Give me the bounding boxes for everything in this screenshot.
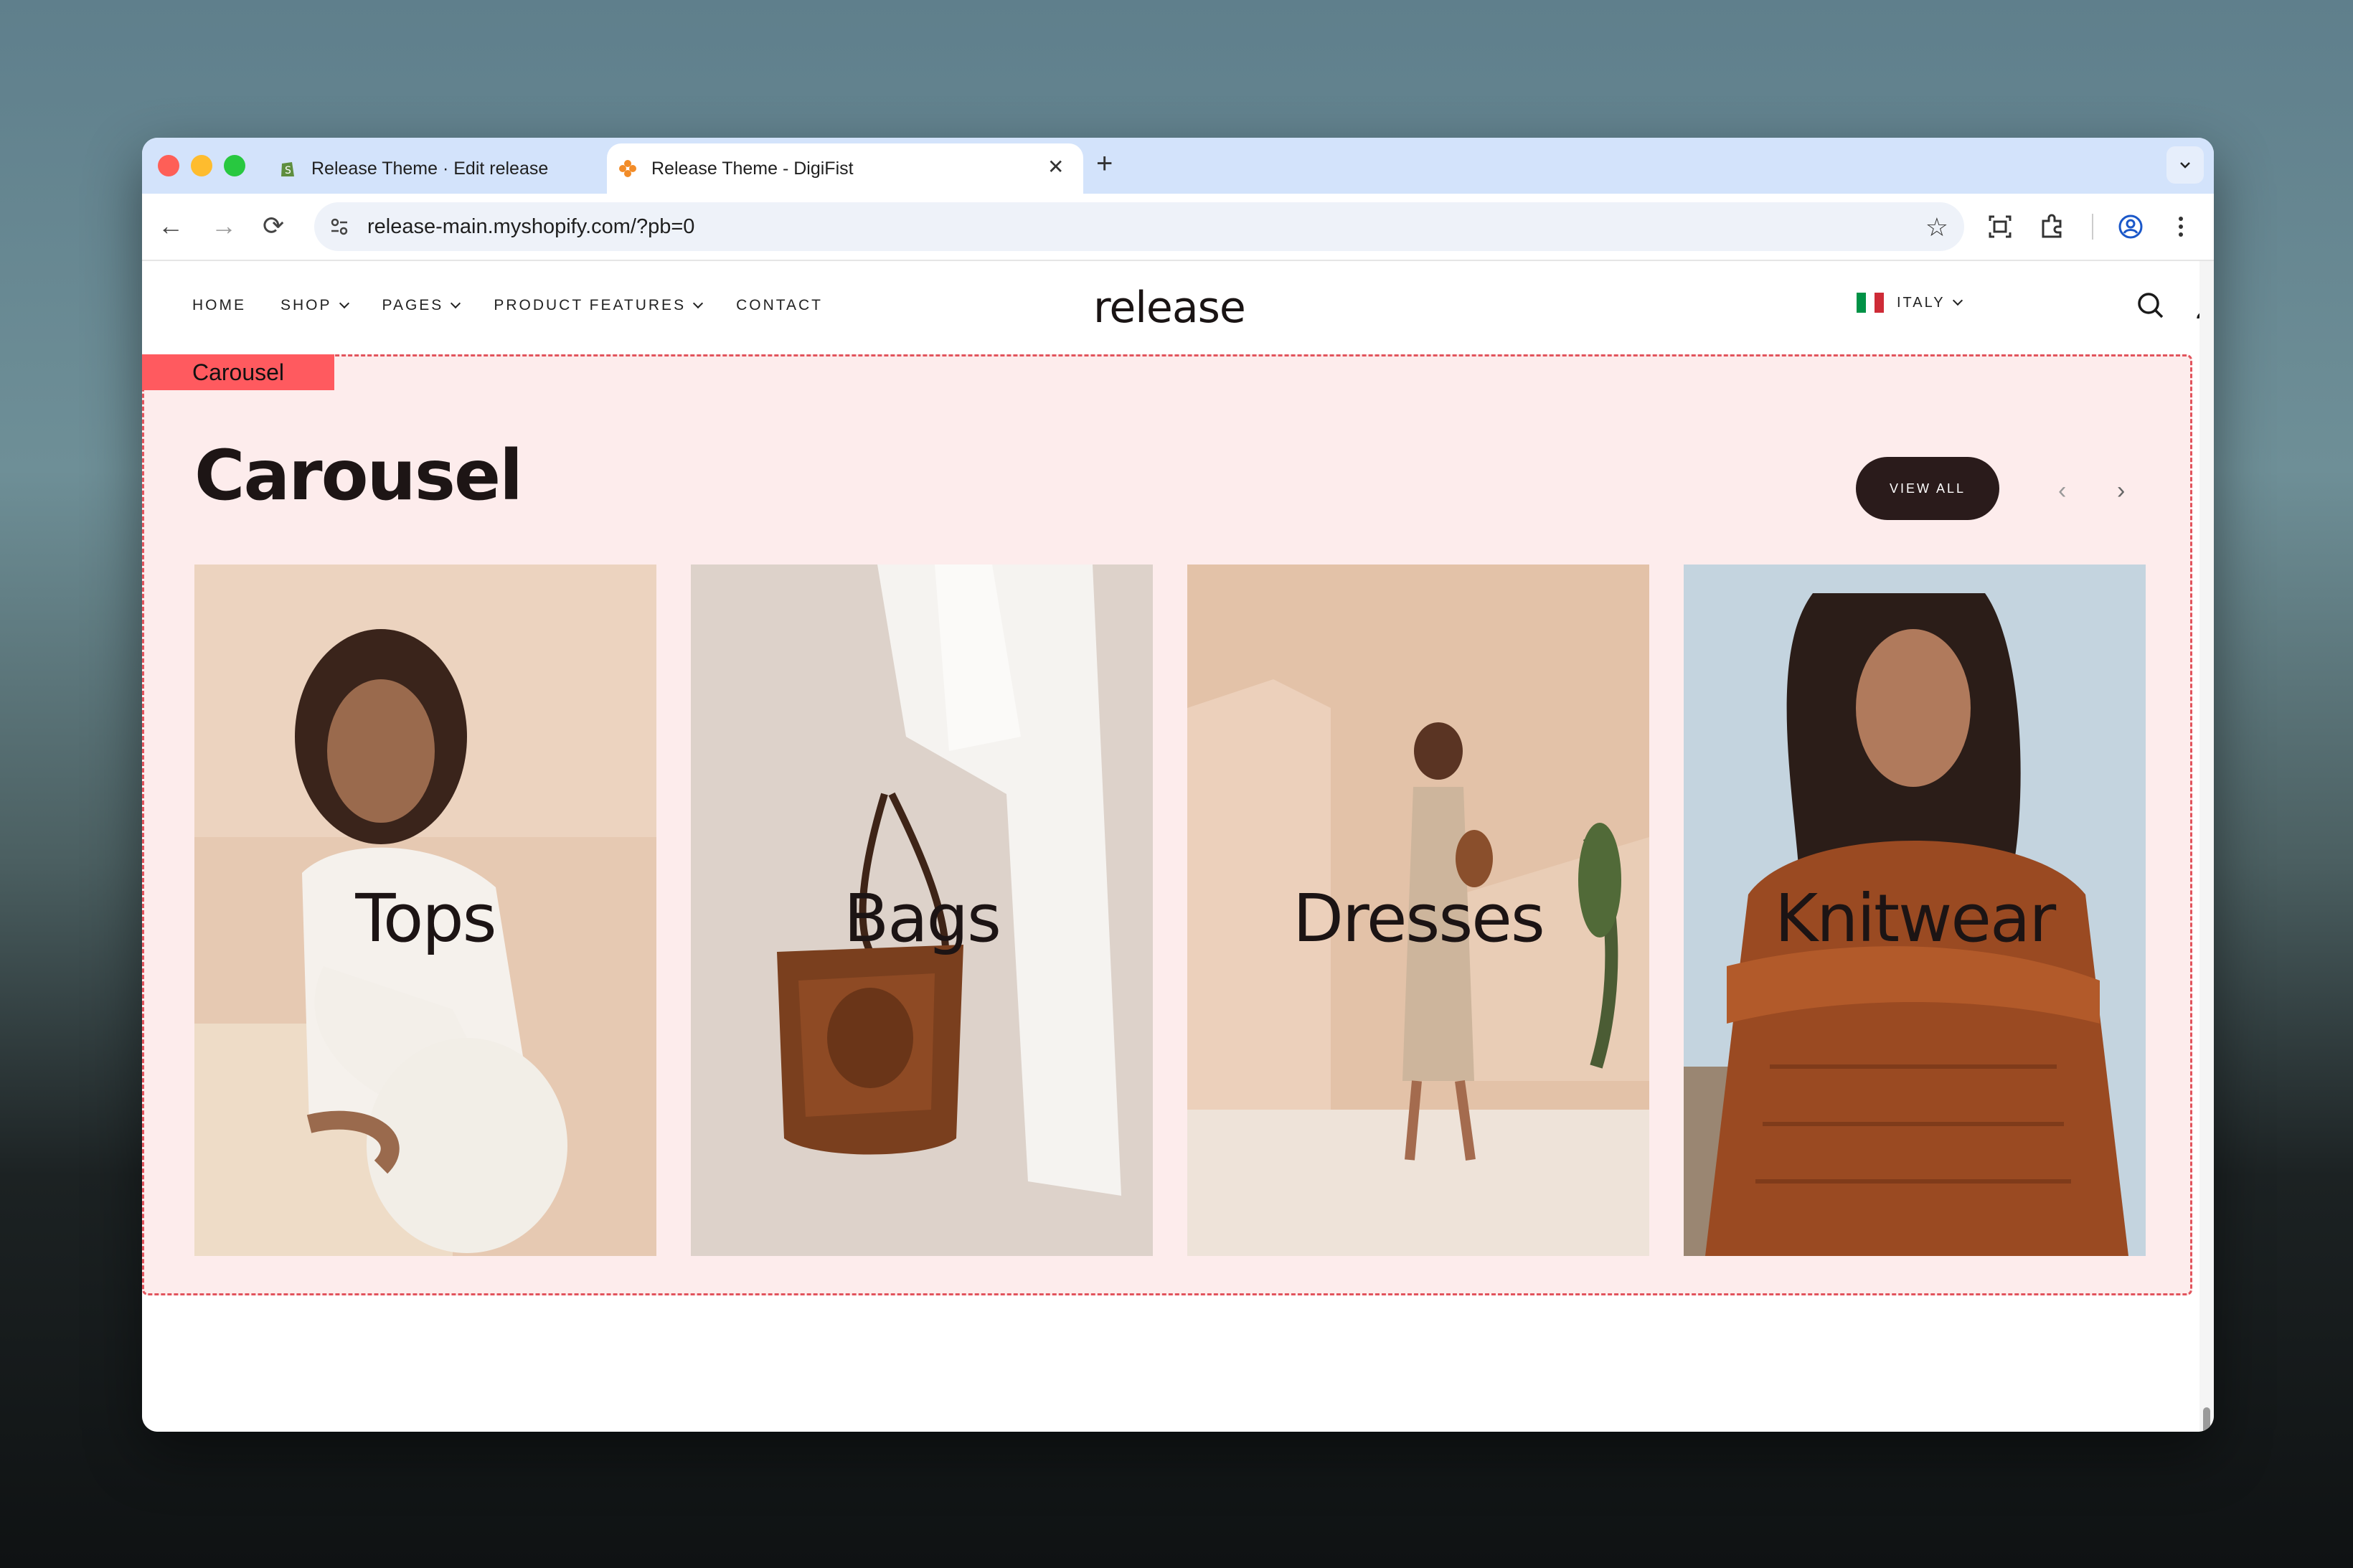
tab-close-icon[interactable]: ✕ <box>1047 155 1064 179</box>
carousel-next-button[interactable]: › <box>2117 477 2125 505</box>
country-label: ITALY <box>1897 294 1946 311</box>
forward-button[interactable]: → <box>211 211 237 241</box>
bookmark-star-icon[interactable]: ☆ <box>1925 212 1948 242</box>
close-window-button[interactable] <box>158 155 179 176</box>
chevron-down-icon <box>2180 162 2190 169</box>
more-menu-icon[interactable] <box>2165 211 2197 242</box>
view-all-button[interactable]: VIEW ALL <box>1856 457 1999 520</box>
nav-label: HOME <box>192 297 246 313</box>
collection-card-tops[interactable]: Tops <box>194 565 656 1256</box>
reload-button[interactable]: ⟳ <box>263 211 284 241</box>
nav-home[interactable]: HOME <box>192 297 246 314</box>
browser-toolbar: ← → ⟳ release-main.myshopify.com/?pb=0 ☆ <box>142 194 2214 261</box>
chevron-down-icon <box>693 298 704 309</box>
svg-text:S: S <box>285 165 291 176</box>
minimize-window-button[interactable] <box>191 155 212 176</box>
collection-label: Tops <box>355 880 496 957</box>
back-button[interactable]: ← <box>158 211 184 241</box>
nav-label: PAGES <box>382 297 444 313</box>
carousel-section: Carousel Carousel VIEW ALL ‹ › Tops Bags… <box>142 354 2192 1295</box>
carousel-track: Tops Bags Dresses Knitwear <box>194 565 2146 1256</box>
url-text: release-main.myshopify.com/?pb=0 <box>367 214 695 238</box>
extensions-icon[interactable] <box>2036 211 2067 242</box>
site-logo[interactable]: release <box>1093 283 1246 333</box>
maximize-window-button[interactable] <box>224 155 245 176</box>
collection-label: Bags <box>844 880 1001 957</box>
tab-bar: S Release Theme · Edit release ✕ Release… <box>142 138 2214 194</box>
carousel-prev-button[interactable]: ‹ <box>2058 477 2066 505</box>
nav-shop[interactable]: SHOP <box>280 297 349 314</box>
nav-contact[interactable]: CONTACT <box>736 297 823 314</box>
profile-icon[interactable] <box>2115 211 2146 242</box>
country-selector[interactable]: ITALY <box>1857 293 1963 313</box>
main-nav: HOME SHOP PAGES PRODUCT FEATURES CONTACT <box>192 297 857 314</box>
site-settings-icon[interactable] <box>327 214 352 239</box>
collection-card-dresses[interactable]: Dresses <box>1187 565 1649 1256</box>
screenshot-icon[interactable] <box>1984 211 2016 242</box>
section-editor-tag[interactable]: Carousel <box>142 354 334 390</box>
page-viewport: HOME SHOP PAGES PRODUCT FEATURES CONTACT <box>142 261 2214 1432</box>
collection-card-bags[interactable]: Bags <box>691 565 1153 1256</box>
tab-title: Release Theme - DigiFist <box>651 158 854 179</box>
chevron-down-icon <box>339 298 349 309</box>
collection-label: Knitwear <box>1774 880 2056 957</box>
page-scrollbar[interactable] <box>2199 261 2214 1432</box>
scrollbar-thumb[interactable] <box>2203 1407 2210 1432</box>
browser-tab-active[interactable]: Release Theme - DigiFist ✕ <box>607 143 1083 194</box>
chevron-down-icon <box>1952 295 1963 306</box>
address-bar[interactable]: release-main.myshopify.com/?pb=0 ☆ <box>314 202 1964 251</box>
chevron-down-icon <box>451 298 461 309</box>
new-tab-button[interactable]: + <box>1096 148 1113 180</box>
tab-search-button[interactable] <box>2166 146 2204 184</box>
browser-window: S Release Theme · Edit release ✕ Release… <box>142 138 2214 1432</box>
site-header: HOME SHOP PAGES PRODUCT FEATURES CONTACT <box>142 261 2214 351</box>
toolbar-divider <box>2092 214 2093 240</box>
digifist-icon <box>619 160 636 177</box>
collection-label: Dresses <box>1293 880 1545 957</box>
nav-pages[interactable]: PAGES <box>382 297 461 314</box>
search-icon[interactable] <box>2135 290 2166 321</box>
shopify-icon: S <box>281 162 294 176</box>
nav-label: PRODUCT FEATURES <box>494 297 687 313</box>
nav-label: CONTACT <box>736 297 824 313</box>
section-title: Carousel <box>194 435 523 516</box>
collection-card-knitwear[interactable]: Knitwear <box>1684 565 2146 1256</box>
italy-flag-icon <box>1857 293 1885 313</box>
nav-product-features[interactable]: PRODUCT FEATURES <box>494 297 704 314</box>
tab-title: Release Theme · Edit release <box>311 158 549 179</box>
nav-label: SHOP <box>280 297 332 313</box>
